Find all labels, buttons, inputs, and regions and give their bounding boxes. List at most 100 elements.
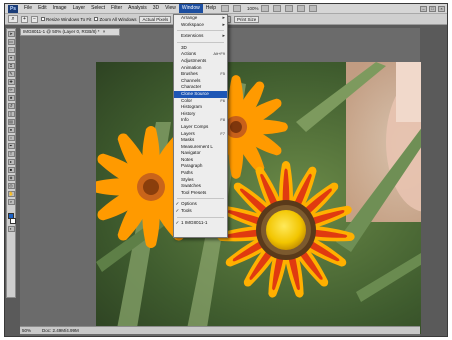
crop-tool-icon[interactable]: ⌗ bbox=[7, 63, 15, 69]
window-menu-item-history[interactable]: History bbox=[174, 111, 227, 118]
menu-window[interactable]: Window bbox=[178, 4, 203, 13]
panel-dock bbox=[421, 25, 447, 336]
3d-orbit-tool-icon[interactable]: ◎ bbox=[7, 183, 15, 189]
window-menu-item-paths[interactable]: Paths bbox=[174, 170, 227, 177]
window-menu-item-info[interactable]: Info F8 bbox=[174, 117, 227, 124]
actual-pixels-button[interactable]: Actual Pixels bbox=[139, 15, 172, 23]
menu-item-label: Measurement Log bbox=[181, 143, 213, 149]
maximize-icon[interactable]: □ bbox=[429, 5, 436, 12]
hand-tool-icon[interactable]: ✋ bbox=[7, 191, 15, 197]
document-title: IMG8011-1 @ 50% (Layer 0, RGB/8) * bbox=[23, 29, 100, 34]
brush-tool-icon[interactable]: ✏ bbox=[7, 87, 15, 93]
menu-filter[interactable]: Filter bbox=[108, 4, 125, 13]
window-menu-item-measurement-log[interactable]: Measurement Log bbox=[174, 144, 227, 151]
window-menu-item-channels[interactable]: Channels bbox=[174, 78, 227, 85]
zoom-level[interactable]: 100% bbox=[247, 6, 259, 11]
window-menu-item-workspace[interactable]: Workspace ▸ bbox=[174, 22, 227, 29]
window-menu-item-3d[interactable]: 3D bbox=[174, 45, 227, 52]
window-menu-item-layer-comps[interactable]: Layer Comps bbox=[174, 124, 227, 131]
window-menu-item-tools[interactable]: Tools bbox=[174, 208, 227, 215]
window-menu-item-options[interactable]: Options bbox=[174, 201, 227, 208]
quick-select-tool-icon[interactable]: ✦ bbox=[7, 55, 15, 61]
gradient-tool-icon[interactable]: ▤ bbox=[7, 119, 15, 125]
image-canvas[interactable] bbox=[96, 62, 447, 334]
menu-view[interactable]: View bbox=[162, 4, 179, 13]
document-tab[interactable]: IMG8011-1 @ 50% (Layer 0, RGB/8) * × bbox=[20, 28, 120, 36]
3d-rotate-tool-icon[interactable]: ◈ bbox=[7, 175, 15, 181]
window-menu-item-brushes[interactable]: Brushes F5 bbox=[174, 71, 227, 78]
dodge-tool-icon[interactable]: ○ bbox=[7, 135, 15, 141]
window-menu-item-extensions[interactable]: Extensions ▸ bbox=[174, 33, 227, 40]
menu-3d[interactable]: 3D bbox=[150, 4, 162, 13]
close-icon[interactable]: × bbox=[438, 5, 445, 12]
history-brush-tool-icon[interactable]: ↺ bbox=[7, 103, 15, 109]
menu-item-label: Actions bbox=[181, 51, 197, 57]
eyedropper-tool-icon[interactable]: ✎ bbox=[7, 71, 15, 77]
resize-windows-checkbox[interactable]: Resize Windows To Fit bbox=[41, 17, 91, 22]
minimize-icon[interactable]: – bbox=[420, 5, 427, 12]
path-selection-tool-icon[interactable]: ▸ bbox=[7, 159, 15, 165]
clone-stamp-tool-icon[interactable]: ♣ bbox=[7, 95, 15, 101]
menu-item-label: Notes bbox=[181, 156, 194, 162]
window-menu-item-styles[interactable]: Styles bbox=[174, 177, 227, 184]
menu-item-shortcut: F6 bbox=[220, 97, 225, 103]
menu-item-label: Tool Presets bbox=[181, 189, 207, 195]
status-zoom[interactable]: 50% bbox=[22, 328, 36, 333]
zoom-tool-preset-icon[interactable]: ⌕ bbox=[8, 15, 18, 23]
window-menu-item-arrange[interactable]: Arrange ▸ bbox=[174, 15, 227, 22]
window-menu-item-masks[interactable]: Masks bbox=[174, 137, 227, 144]
window-menu-item-swatches[interactable]: Swatches bbox=[174, 183, 227, 190]
menu-edit[interactable]: Edit bbox=[35, 4, 50, 13]
zoom-tool-icon[interactable]: ⌕ bbox=[7, 199, 15, 205]
menu-select[interactable]: Select bbox=[88, 4, 108, 13]
move-tool-icon[interactable]: ➤ bbox=[7, 31, 15, 37]
window-menu-item-clone-source[interactable]: Clone Source bbox=[174, 90, 227, 98]
lasso-tool-icon[interactable]: ◌ bbox=[7, 47, 15, 53]
window-menu-item-histogram[interactable]: Histogram bbox=[174, 104, 227, 111]
zoom-in-icon[interactable]: + bbox=[21, 15, 28, 23]
menu-item-label: Layer Comps bbox=[181, 123, 209, 129]
window-menu-item-1-img8011-1[interactable]: 1 IMG8011-1 bbox=[174, 220, 227, 227]
zoom-all-windows-checkbox[interactable]: Zoom All Windows bbox=[94, 17, 136, 22]
type-tool-icon[interactable]: T bbox=[7, 151, 15, 157]
blur-tool-icon[interactable]: ● bbox=[7, 127, 15, 133]
close-document-icon[interactable]: × bbox=[103, 29, 106, 34]
menu-image[interactable]: Image bbox=[50, 4, 70, 13]
submenu-arrow-icon: ▸ bbox=[222, 21, 225, 28]
window-menu-item-character[interactable]: Character bbox=[174, 84, 227, 91]
mini-bridge-icon[interactable] bbox=[233, 5, 242, 12]
eraser-tool-icon[interactable]: ▯ bbox=[7, 111, 15, 117]
window-menu-item-layers[interactable]: Layers F7 bbox=[174, 131, 227, 138]
window-menu-item-notes[interactable]: Notes bbox=[174, 157, 227, 164]
pen-tool-icon[interactable]: ✒ bbox=[7, 143, 15, 149]
window-menu-item-tool-presets[interactable]: Tool Presets bbox=[174, 190, 227, 197]
shape-tool-icon[interactable]: ■ bbox=[7, 167, 15, 173]
arrange-documents-icon[interactable] bbox=[296, 5, 305, 12]
window-menu-item-animation[interactable]: Animation bbox=[174, 65, 227, 72]
window-menu-item-paragraph[interactable]: Paragraph bbox=[174, 163, 227, 170]
menu-item-shortcut bbox=[213, 78, 227, 85]
window-menu-item-navigator[interactable]: Navigator bbox=[174, 150, 227, 157]
rotate-view-icon[interactable] bbox=[284, 5, 293, 12]
menu-item-shortcut: Alt+F9 bbox=[213, 51, 225, 57]
marquee-tool-icon[interactable]: ▭ bbox=[7, 39, 15, 45]
menu-item-label: Brushes bbox=[181, 71, 198, 77]
menu-layer[interactable]: Layer bbox=[70, 4, 89, 13]
window-menu-item-adjustments[interactable]: Adjustments bbox=[174, 58, 227, 65]
screen-mode-icon[interactable] bbox=[308, 5, 317, 12]
menu-item-shortcut bbox=[213, 58, 227, 65]
zoom-out-icon[interactable]: − bbox=[31, 15, 38, 23]
menu-file[interactable]: File bbox=[21, 4, 35, 13]
menu-help[interactable]: Help bbox=[203, 4, 219, 13]
menu-analysis[interactable]: Analysis bbox=[125, 4, 150, 13]
zoom-tool-icon[interactable] bbox=[272, 5, 281, 12]
healing-brush-tool-icon[interactable]: ✚ bbox=[7, 79, 15, 85]
hand-tool-icon[interactable] bbox=[260, 5, 269, 12]
print-size-button[interactable]: Print Size bbox=[234, 15, 260, 23]
bridge-icon[interactable] bbox=[221, 5, 230, 12]
window-menu-item-color[interactable]: Color F6 bbox=[174, 98, 227, 105]
quick-mask-icon[interactable]: ◐ bbox=[7, 226, 15, 232]
menu-item-label: Arrange bbox=[181, 15, 198, 20]
background-color-swatch[interactable] bbox=[10, 218, 16, 224]
window-menu-item-actions[interactable]: Actions Alt+F9 bbox=[174, 51, 227, 58]
